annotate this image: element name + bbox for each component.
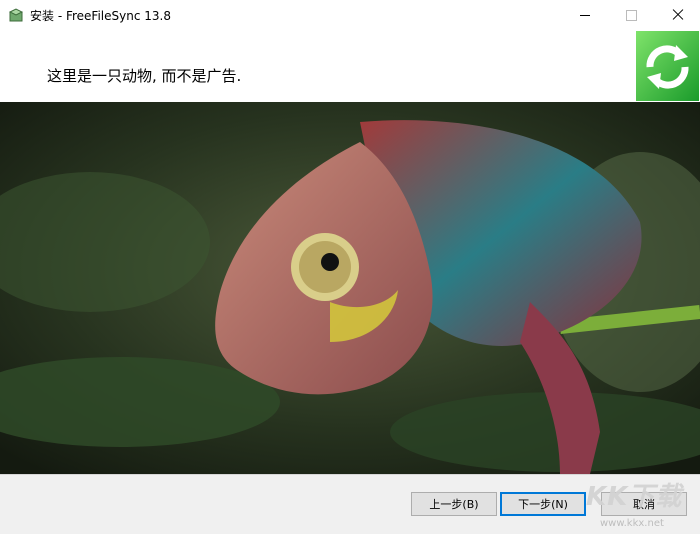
chameleon-image — [0, 102, 700, 474]
next-button[interactable]: 下一步(N) — [500, 492, 586, 516]
installer-box-icon — [9, 8, 23, 22]
sync-arrows-icon — [636, 31, 699, 101]
watermark-url: www.kkx.net — [600, 518, 664, 529]
minimize-button[interactable] — [562, 0, 608, 30]
wizard-header: 这里是一只动物, 而不是广告. — [0, 30, 700, 102]
title-bar: 安装 - FreeFileSync 13.8 — [0, 0, 700, 30]
wizard-footer: 上一步(B) 下一步(N) 取消 KK下载 www.kkx.net — [0, 474, 700, 534]
window-title: 安装 - FreeFileSync 13.8 — [30, 9, 171, 23]
back-button[interactable]: 上一步(B) — [411, 492, 497, 516]
header-text: 这里是一只动物, 而不是广告. — [47, 67, 242, 85]
close-button[interactable] — [654, 0, 700, 30]
maximize-button[interactable] — [608, 0, 654, 30]
watermark-text: KK下载 — [586, 482, 683, 512]
